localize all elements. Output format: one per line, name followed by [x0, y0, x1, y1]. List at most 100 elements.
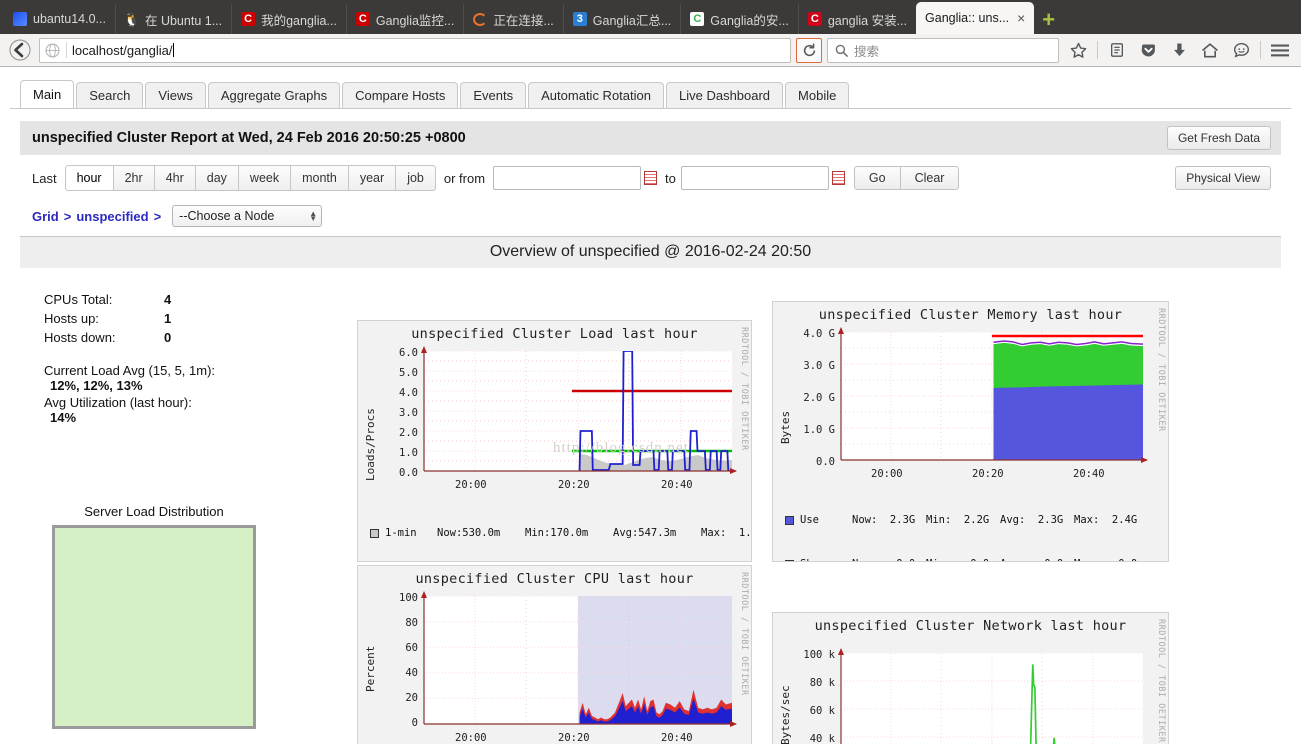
range-job-button[interactable]: job — [396, 165, 436, 191]
range-week-button[interactable]: week — [238, 165, 292, 191]
y-tick: 100 — [399, 592, 418, 604]
divider — [66, 42, 67, 58]
tab-views[interactable]: Views — [145, 82, 206, 108]
downloads-icon[interactable] — [1164, 37, 1194, 63]
browser-tab-label: ganglia 安装... — [827, 13, 908, 28]
blue-site-icon: 3 — [572, 12, 587, 26]
breadcrumb-cluster[interactable]: unspecified — [76, 209, 148, 224]
browser-tab[interactable]: ubantu14.0... — [4, 4, 115, 34]
pocket-icon[interactable] — [1133, 37, 1163, 63]
bookmark-star-icon[interactable] — [1063, 37, 1093, 63]
menu-icon[interactable] — [1265, 37, 1295, 63]
reload-icon[interactable] — [796, 37, 822, 63]
home-icon[interactable] — [1195, 37, 1225, 63]
stat-avg-utilization: Avg Utilization (last hour): 14% — [44, 395, 344, 425]
rrdtool-signature: RRDTOOL / TOBI OETIKER — [1156, 619, 1166, 743]
stat-hosts-down: Hosts down: 0 — [44, 330, 344, 345]
clear-button[interactable]: Clear — [900, 166, 960, 190]
csdn-icon: C — [807, 12, 822, 26]
browser-tab-label: 我的ganglia... — [261, 13, 337, 28]
browser-tab[interactable]: C 我的ganglia... — [231, 4, 346, 34]
reader-list-icon[interactable] — [1102, 37, 1132, 63]
browser-tab-active[interactable]: Ganglia:: uns... × — [916, 2, 1035, 34]
y-tick: 4.0 G — [803, 328, 835, 340]
legend-now: Now: 0.0 — [852, 557, 926, 561]
get-fresh-data-button[interactable]: Get Fresh Data — [1166, 126, 1271, 150]
browser-tab-label: Ganglia汇总... — [592, 13, 672, 28]
tab-compare-hosts[interactable]: Compare Hosts — [342, 82, 459, 108]
range-year-button[interactable]: year — [348, 165, 397, 191]
y-tick: 100 k — [803, 649, 835, 661]
browser-tab[interactable]: C Ganglia监控... — [345, 4, 464, 34]
stat-value: 4 — [164, 292, 172, 307]
chart-legend: Use Now: 2.3G Min: 2.2G Avg: 2.3G Max: 2.4G … — [785, 484, 1148, 561]
overview-title: Overview of unspecified @ 2016-02-24 20:… — [20, 237, 1281, 268]
back-icon[interactable] — [6, 37, 34, 63]
browser-tabstrip: ubantu14.0... 🐧 在 Ubuntu 1... C 我的gangli… — [0, 0, 1301, 34]
url-bar[interactable]: localhost/ganglia/ — [39, 37, 791, 63]
tab-aggregate-graphs[interactable]: Aggregate Graphs — [207, 82, 341, 108]
chart-title: unspecified Cluster Load last hour — [411, 326, 698, 342]
chart-title: unspecified Cluster CPU last hour — [415, 571, 694, 587]
y-tick: 40 k — [809, 733, 835, 744]
browser-tab[interactable]: 正在连接... — [463, 4, 562, 34]
y-tick: 3.0 G — [803, 360, 835, 372]
csdn-green-icon: C — [690, 12, 705, 26]
range-4hr-button[interactable]: 4hr — [154, 165, 196, 191]
chart-cluster-memory[interactable]: unspecified Cluster Memory last hour RRD… — [772, 301, 1169, 562]
legend-max: Max: 1.3 — [701, 527, 752, 540]
browser-tab[interactable]: 🐧 在 Ubuntu 1... — [114, 4, 231, 34]
y-tick: 80 — [405, 617, 418, 629]
browser-tab[interactable]: C Ganglia的安... — [680, 4, 798, 34]
tab-live-dashboard[interactable]: Live Dashboard — [665, 82, 784, 108]
y-tick: 60 — [405, 642, 418, 654]
server-load-distribution-box[interactable] — [52, 525, 256, 729]
chat-icon[interactable] — [1226, 37, 1256, 63]
rrdtool-signature: RRDTOOL / TOBI OETIKER — [739, 327, 749, 451]
to-date-input[interactable] — [680, 166, 829, 190]
stat-label: Hosts up: — [44, 311, 99, 326]
range-day-button[interactable]: day — [195, 165, 239, 191]
chart-cluster-cpu[interactable]: unspecified Cluster CPU last hour RRDTOO… — [357, 565, 752, 744]
stat-cpus-total: CPUs Total: 4 — [44, 292, 344, 307]
breadcrumb-grid[interactable]: Grid — [32, 209, 59, 224]
new-tab-icon[interactable]: + — [1034, 9, 1065, 34]
search-input[interactable]: 搜索 — [827, 37, 1059, 63]
y-tick: 1.0 G — [803, 424, 835, 436]
close-icon[interactable]: × — [1017, 11, 1025, 25]
browser-navbar: localhost/ganglia/ 搜索 — [0, 34, 1301, 67]
chart-plot-area — [424, 596, 732, 724]
x-tick: 20:20 — [558, 732, 590, 744]
stat-hosts-up: Hosts up: 1 — [44, 311, 344, 326]
stat-label: CPUs Total: — [44, 292, 113, 307]
range-month-button[interactable]: month — [291, 165, 349, 191]
page-content: Main Search Views Aggregate Graphs Compa… — [0, 67, 1301, 744]
tab-search[interactable]: Search — [76, 82, 144, 108]
from-date-input[interactable] — [493, 166, 642, 190]
breadcrumb-separator: > — [153, 208, 162, 224]
y-tick: 0.0 — [816, 456, 835, 468]
chart-cluster-network[interactable]: unspecified Cluster Network last hour RR… — [772, 612, 1169, 744]
node-select-dropdown[interactable]: --Choose a Node ▲ ▼ — [172, 205, 323, 227]
calendar-icon[interactable] — [831, 171, 845, 185]
go-button[interactable]: Go — [853, 166, 901, 190]
chart-cluster-load[interactable]: unspecified Cluster Load last hour RRDTO… — [357, 320, 752, 562]
y-tick: 60 k — [809, 705, 835, 717]
browser-tab[interactable]: C ganglia 安装... — [797, 4, 916, 34]
range-hour-button[interactable]: hour — [64, 165, 114, 191]
time-range-row: Last hour 2hr 4hr day week month year jo… — [20, 165, 1281, 191]
tab-main[interactable]: Main — [20, 80, 75, 108]
tab-events[interactable]: Events — [460, 82, 527, 108]
tab-mobile[interactable]: Mobile — [785, 82, 850, 108]
calendar-icon[interactable] — [644, 171, 658, 185]
physical-view-button[interactable]: Physical View — [1175, 166, 1271, 190]
range-2hr-button[interactable]: 2hr — [113, 165, 155, 191]
legend-label: Use — [800, 514, 819, 527]
chart-ylabel: Percent — [364, 645, 377, 692]
browser-tab[interactable]: 3 Ganglia汇总... — [562, 4, 681, 34]
stat-label: Current Load Avg (15, 5, 1m): — [44, 363, 216, 378]
y-tick: 0 — [411, 717, 418, 729]
tab-automatic-rotation[interactable]: Automatic Rotation — [528, 82, 664, 108]
legend-min: Min: 2.2G — [926, 514, 990, 527]
server-load-distribution-title: Server Load Distribution — [84, 504, 224, 519]
